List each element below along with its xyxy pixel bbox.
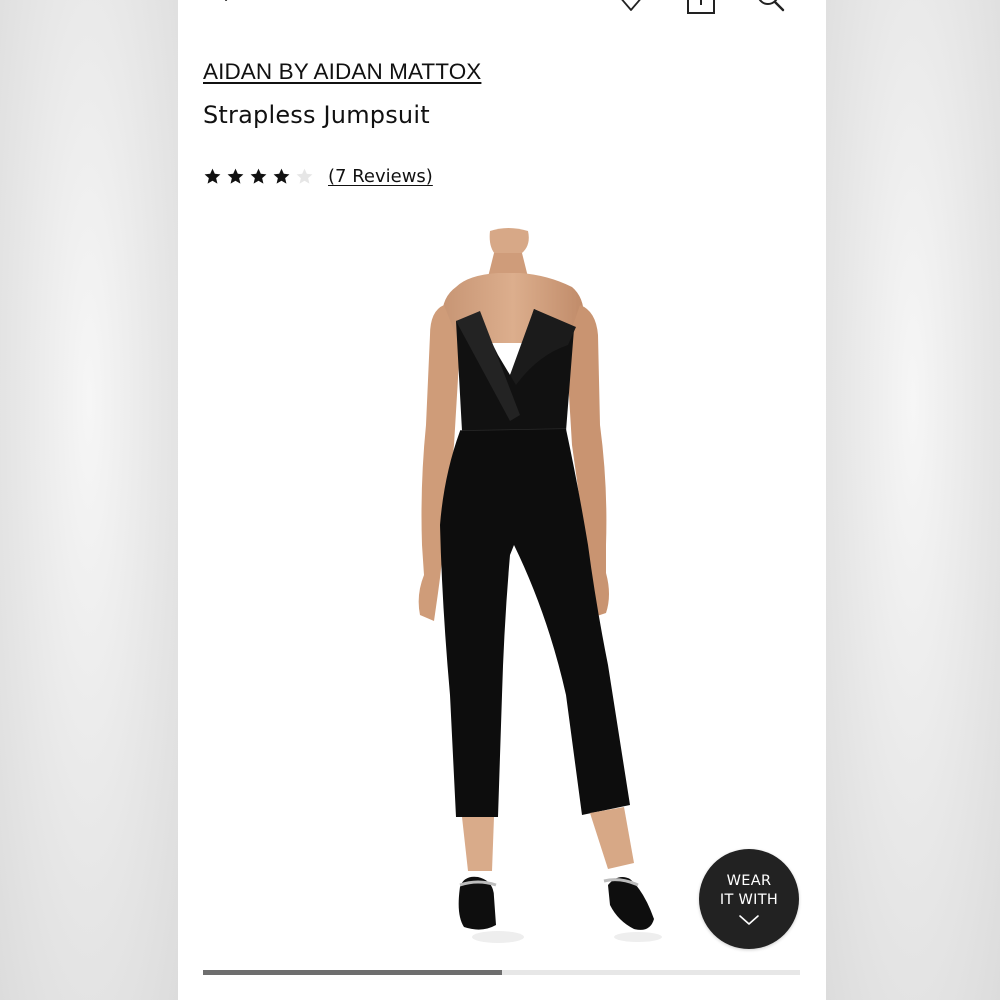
- star-filled-icon: [273, 168, 290, 184]
- wear-it-with-button[interactable]: WEAR IT WITH: [699, 849, 799, 949]
- star-filled-icon: [250, 168, 267, 184]
- product-page: AIDAN BY AIDAN MATTOX Strapless Jumpsuit…: [178, 0, 826, 1000]
- chevron-down-icon: [739, 915, 759, 925]
- carousel-progress-fill: [203, 970, 502, 975]
- model-photo: [418, 228, 662, 943]
- brand-link[interactable]: AIDAN BY AIDAN MATTOX: [203, 59, 481, 85]
- wear-it-with-line-2: IT WITH: [719, 892, 779, 908]
- carousel-progress-track[interactable]: [203, 970, 800, 975]
- reviews-link[interactable]: (7 Reviews): [328, 166, 433, 187]
- chevron-left-icon[interactable]: [222, 0, 238, 8]
- product-image[interactable]: [198, 225, 808, 965]
- shopping-bag-icon[interactable]: [686, 0, 716, 16]
- product-rating: (7 Reviews): [203, 162, 433, 190]
- star-filled-icon: [204, 168, 221, 184]
- heart-icon[interactable]: [616, 0, 646, 14]
- star-empty-icon: [296, 168, 313, 184]
- blurred-background-left: [0, 0, 178, 1000]
- blurred-background-right: [826, 0, 1000, 1000]
- product-title: Strapless Jumpsuit: [203, 101, 430, 129]
- search-icon[interactable]: [754, 0, 790, 16]
- screenshot-frame: AIDAN BY AIDAN MATTOX Strapless Jumpsuit…: [0, 0, 1000, 1000]
- wear-it-with-line-1: WEAR: [726, 873, 772, 889]
- star-filled-icon: [227, 168, 244, 184]
- star-rating: [203, 167, 314, 186]
